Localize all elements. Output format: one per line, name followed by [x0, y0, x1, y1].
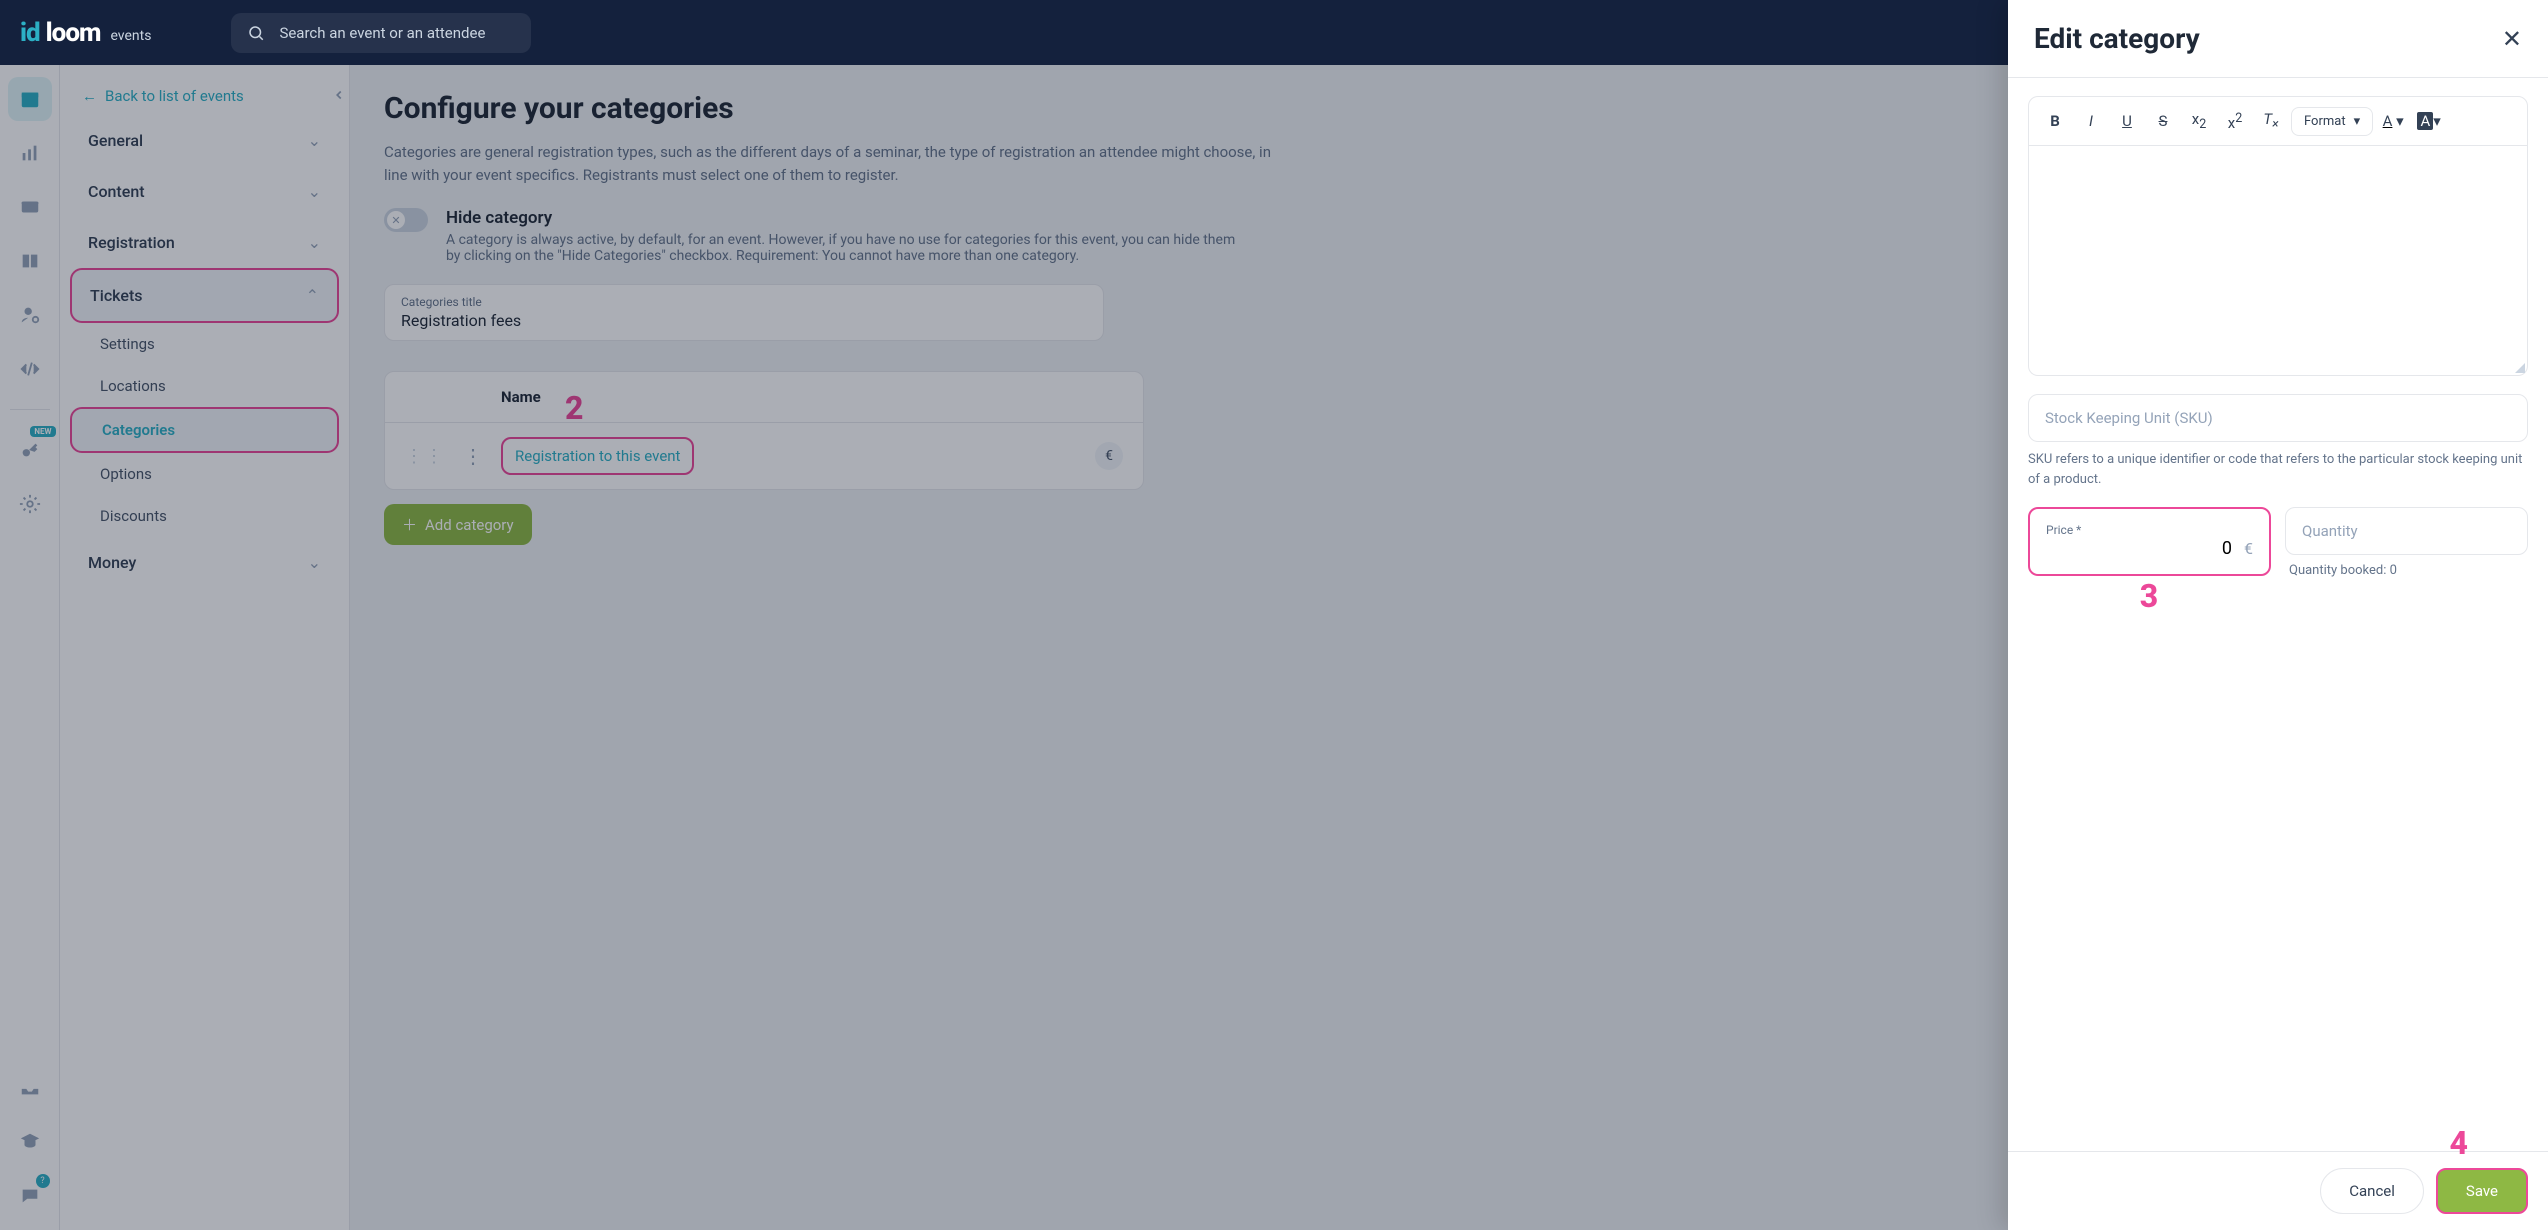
- italic-icon: I: [2089, 112, 2093, 130]
- drawer-footer: Cancel Save 4: [2008, 1151, 2548, 1230]
- quantity-booked-text: Quantity booked: 0: [2285, 563, 2528, 578]
- price-label: Price *: [2046, 523, 2253, 537]
- search-icon: [247, 24, 265, 42]
- rte-editor[interactable]: [2028, 146, 2528, 376]
- rte-strike-button[interactable]: S: [2147, 105, 2179, 137]
- logo-events: events: [110, 28, 151, 44]
- cancel-button[interactable]: Cancel: [2320, 1168, 2424, 1214]
- close-icon: ✕: [2502, 25, 2522, 53]
- superscript-icon: x2: [2228, 111, 2242, 132]
- text-color-icon: A ▾: [2383, 112, 2404, 130]
- sku-field[interactable]: Stock Keeping Unit (SKU): [2028, 394, 2528, 442]
- underline-icon: U: [2122, 112, 2132, 130]
- drawer-title: Edit category: [2034, 22, 2200, 55]
- currency-symbol: €: [2244, 539, 2253, 558]
- rte-italic-button[interactable]: I: [2075, 105, 2107, 137]
- rte-clear-format-button[interactable]: T×: [2255, 105, 2287, 137]
- highlight-icon: A: [2417, 112, 2433, 130]
- rte-bold-button[interactable]: B: [2039, 105, 2071, 137]
- global-search[interactable]: [231, 13, 531, 53]
- sku-placeholder: Stock Keeping Unit (SKU): [2045, 409, 2511, 427]
- logo-loom: loom: [46, 18, 101, 48]
- resize-handle-icon[interactable]: [2515, 363, 2525, 373]
- annotation-3: 3: [2140, 577, 2158, 615]
- subscript-icon: x2: [2192, 110, 2206, 132]
- rte-format-label: Format: [2304, 114, 2346, 129]
- rte-subscript-button[interactable]: x2: [2183, 105, 2215, 137]
- save-button[interactable]: Save: [2436, 1168, 2528, 1214]
- quantity-placeholder: Quantity: [2302, 522, 2511, 540]
- quantity-field[interactable]: Quantity: [2285, 507, 2528, 555]
- logo-id: id: [20, 18, 40, 48]
- search-input[interactable]: [277, 23, 515, 43]
- edit-category-drawer: Edit category ✕ B I U S x2 x2 T× Format …: [2008, 0, 2548, 1230]
- rte-highlight-button[interactable]: A ▾: [2413, 105, 2445, 137]
- clear-format-icon: T×: [2263, 110, 2278, 132]
- strike-icon: S: [2159, 112, 2168, 130]
- close-button[interactable]: ✕: [2502, 27, 2522, 51]
- price-field[interactable]: Price * €: [2028, 507, 2271, 576]
- rte-toolbar: B I U S x2 x2 T× Format ▾ A ▾ A ▾: [2028, 96, 2528, 146]
- bold-icon: B: [2050, 112, 2060, 130]
- rte-format-select[interactable]: Format ▾: [2291, 107, 2373, 136]
- drawer-body: B I U S x2 x2 T× Format ▾ A ▾ A ▾ Stock …: [2008, 78, 2548, 1151]
- rte-underline-button[interactable]: U: [2111, 105, 2143, 137]
- rte-text-color-button[interactable]: A ▾: [2377, 105, 2409, 137]
- rte-superscript-button[interactable]: x2: [2219, 105, 2251, 137]
- sku-helper-text: SKU refers to a unique identifier or cod…: [2028, 450, 2528, 489]
- drawer-header: Edit category ✕: [2008, 0, 2548, 78]
- chevron-down-icon: ▾: [2354, 114, 2361, 129]
- brand-logo[interactable]: idloom events: [20, 18, 151, 48]
- price-input[interactable]: [2046, 537, 2234, 560]
